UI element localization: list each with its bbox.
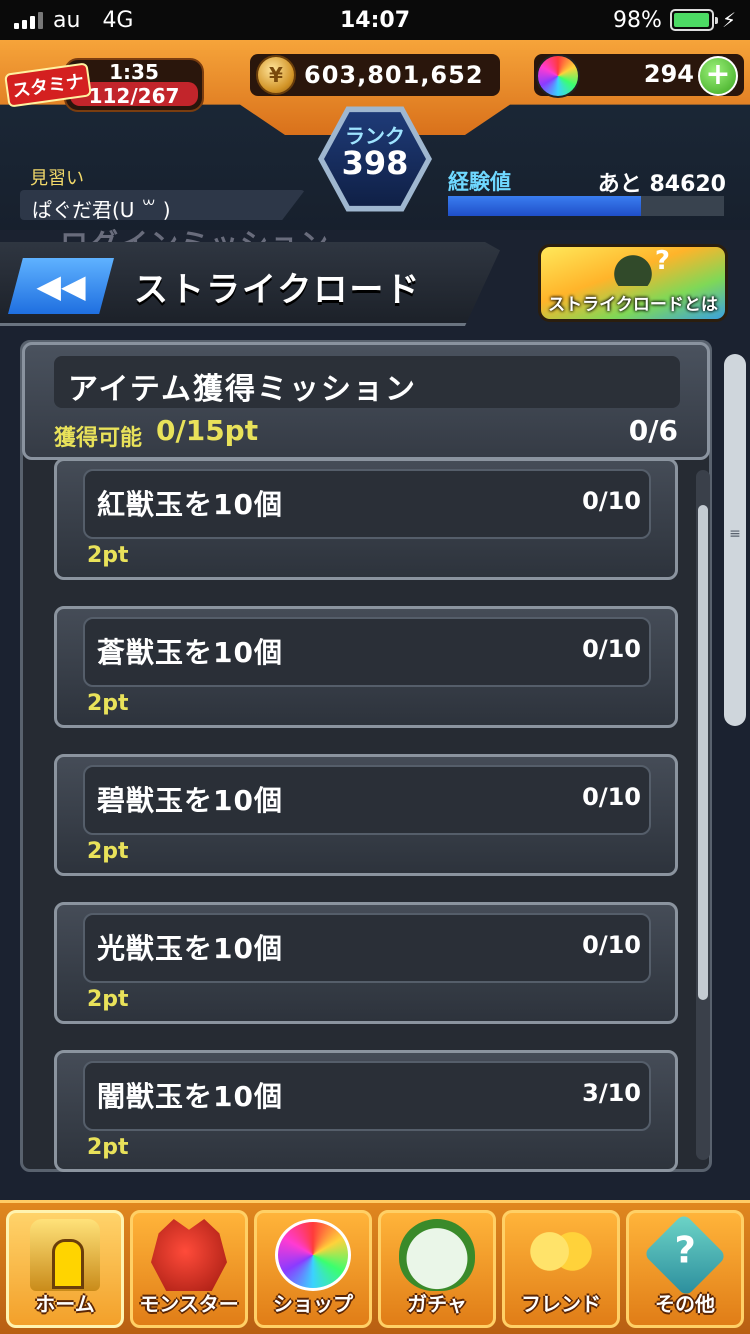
mission-item[interactable]: 光獣玉を10個 0/10 2pt bbox=[54, 902, 678, 1024]
back-button[interactable]: ◀◀ bbox=[8, 258, 114, 314]
question-icon: ? bbox=[596, 246, 670, 286]
mission-points: 2pt bbox=[87, 839, 129, 864]
nav-label: ガチャ bbox=[407, 1292, 467, 1316]
mission-name: 闇獣玉を10個 bbox=[97, 1080, 283, 1113]
network-label: 4G bbox=[102, 7, 134, 33]
scroll-grip-icon: ≡ bbox=[729, 526, 741, 542]
mission-points: 2pt bbox=[87, 987, 129, 1012]
mission-item[interactable]: 蒼獣玉を10個 0/10 2pt bbox=[54, 606, 678, 728]
mission-name: 碧獣玉を10個 bbox=[97, 784, 283, 817]
nav-tab-gacha[interactable]: ガチャ bbox=[378, 1210, 496, 1328]
nav-label: その他 bbox=[655, 1292, 715, 1316]
exp-label: 経験値 bbox=[448, 170, 511, 194]
battery-percent: 98% bbox=[613, 7, 662, 33]
nav-label: ショップ bbox=[273, 1292, 353, 1316]
player-title: 見習い bbox=[30, 168, 84, 189]
mission-name: 光獣玉を10個 bbox=[97, 932, 283, 965]
battery-indicator: 98% ⚡ bbox=[613, 8, 736, 33]
mission-item[interactable]: 紅獣玉を10個 0/10 2pt bbox=[54, 458, 678, 580]
mission-name: 蒼獣玉を10個 bbox=[97, 636, 283, 669]
mission-progress: 0/10 bbox=[582, 931, 641, 959]
nav-tab-other[interactable]: その他 bbox=[626, 1210, 744, 1328]
mission-name: 紅獣玉を10個 bbox=[97, 488, 283, 521]
nav-label: フレンド bbox=[521, 1292, 601, 1316]
buy-orbs-button[interactable]: + bbox=[698, 56, 738, 96]
home-icon bbox=[30, 1219, 100, 1291]
strike-road-info-label: ストライクロードとは bbox=[548, 295, 718, 315]
mission-points: 2pt bbox=[87, 691, 129, 716]
exp-remaining: あと 84620 bbox=[597, 172, 726, 197]
nav-tab-friend[interactable]: フレンド bbox=[502, 1210, 620, 1328]
status-bar: au 4G 14:07 98% ⚡ bbox=[0, 0, 750, 40]
list-scroll-thumb[interactable] bbox=[698, 505, 708, 1000]
coin-icon: ¥ bbox=[256, 55, 296, 95]
mission-item[interactable]: 碧獣玉を10個 0/10 2pt bbox=[54, 754, 678, 876]
panel-title: アイテム獲得ミッション bbox=[68, 372, 417, 407]
player-name: ぱぐだ君(U ꒳ ) bbox=[32, 198, 171, 222]
nav-label: ホーム bbox=[35, 1292, 95, 1316]
player-hud: 1:35 112/267 スタミナ ¥ 603,801,652 294 + ラン… bbox=[0, 40, 750, 230]
mission-progress-count: 0/6 bbox=[628, 414, 678, 447]
exp-bar-fill bbox=[448, 196, 642, 216]
mission-item[interactable]: 闇獣玉を10個 3/10 2pt bbox=[54, 1050, 678, 1172]
signal-icon bbox=[14, 11, 43, 29]
nav-tab-shop[interactable]: ショップ bbox=[254, 1210, 372, 1328]
mission-progress: 0/10 bbox=[582, 635, 641, 663]
charging-icon: ⚡ bbox=[721, 8, 736, 32]
mission-points: 2pt bbox=[87, 1135, 129, 1160]
carrier-label: au bbox=[53, 7, 81, 33]
available-points-value: 0/15pt bbox=[156, 414, 259, 447]
nav-tab-home[interactable]: ホーム bbox=[6, 1210, 124, 1328]
friend-icon bbox=[523, 1219, 599, 1291]
coin-counter: ¥ 603,801,652 bbox=[250, 54, 500, 96]
coin-value: 603,801,652 bbox=[304, 61, 484, 89]
nav-label: モンスター bbox=[139, 1292, 239, 1316]
other-icon bbox=[643, 1213, 727, 1297]
mission-progress: 3/10 bbox=[582, 1079, 641, 1107]
shop-icon bbox=[275, 1219, 351, 1291]
rank-value: 398 bbox=[341, 144, 409, 182]
exp-bar bbox=[448, 196, 724, 216]
orb-icon bbox=[536, 54, 580, 98]
gacha-icon bbox=[399, 1219, 475, 1291]
mission-points: 2pt bbox=[87, 543, 129, 568]
orb-value: 294 bbox=[643, 60, 694, 88]
monster-icon bbox=[151, 1219, 227, 1291]
back-arrow-icon: ◀◀ bbox=[36, 267, 86, 305]
available-points-label: 獲得可能 bbox=[54, 426, 143, 451]
mission-progress: 0/10 bbox=[582, 487, 641, 515]
battery-icon bbox=[669, 9, 718, 31]
mission-progress: 0/10 bbox=[582, 783, 641, 811]
page-title: ストライクロード bbox=[134, 270, 422, 310]
nav-tab-monster[interactable]: モンスター bbox=[130, 1210, 248, 1328]
